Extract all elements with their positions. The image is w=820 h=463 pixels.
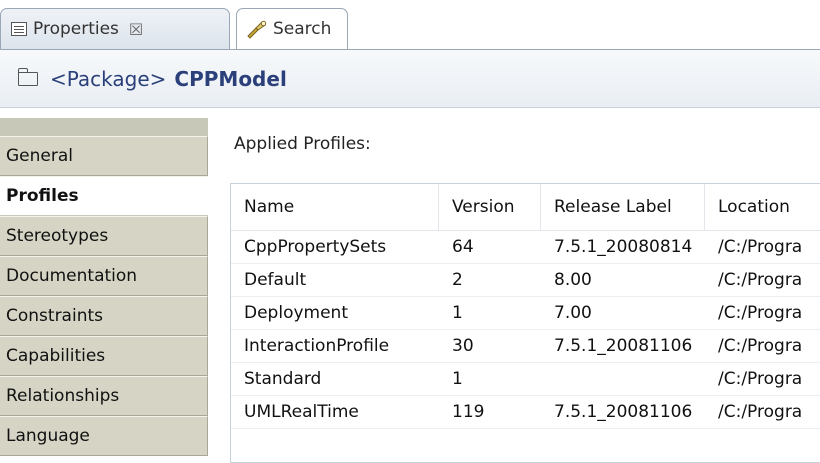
sidebar-item-documentation[interactable]: Documentation (0, 256, 208, 296)
view-tab-bar: Properties ☒ Search (0, 0, 820, 50)
column-header-version[interactable]: Version (439, 184, 541, 230)
sidebar-item-capabilities[interactable]: Capabilities (0, 336, 208, 376)
sidebar-item-label: Profiles (6, 186, 79, 206)
cell-version: 119 (452, 401, 485, 422)
cell-release-label: 7.5.1_20080814 (554, 236, 693, 257)
cell-location: /C:/Progra (718, 236, 803, 257)
sidebar-item-profiles[interactable]: Profiles (0, 176, 208, 216)
search-flashlight-icon (247, 20, 267, 39)
cell-release-label: 7.5.1_20081106 (554, 401, 693, 422)
cell-release-label: 7.00 (554, 302, 592, 323)
cell-version: 1 (452, 302, 463, 323)
column-header-release-label[interactable]: Release Label (541, 184, 705, 230)
sidebar-item-label: Capabilities (6, 346, 106, 366)
cell-location: /C:/Progra (718, 269, 803, 290)
cell-name: Default (244, 269, 307, 290)
column-header-name[interactable]: Name (231, 184, 439, 230)
cell-version: 64 (452, 236, 474, 257)
cell-name: UMLRealTime (244, 401, 359, 422)
table-row[interactable]: Default 2 8.00 /C:/Progra (231, 263, 820, 297)
sidebar-item-label: Language (6, 426, 90, 446)
sidebar-item-label: Relationships (6, 386, 120, 406)
cell-location: /C:/Progra (718, 302, 803, 323)
tab-properties[interactable]: Properties ☒ (0, 8, 230, 49)
title-element-kind: <Package> (50, 66, 167, 91)
table-row[interactable]: Deployment 1 7.00 /C:/Progra (231, 296, 820, 330)
cell-version: 30 (452, 335, 474, 356)
applied-profiles-label: Applied Profiles: (234, 134, 371, 154)
sidebar-item-label: Documentation (6, 266, 138, 286)
sidebar-item-label: Constraints (6, 306, 103, 326)
properties-view-icon (11, 22, 27, 36)
cell-name: InteractionProfile (244, 335, 390, 356)
cell-version: 2 (452, 269, 463, 290)
sidebar-item-language[interactable]: Language (0, 416, 208, 456)
column-header-location[interactable]: Location (705, 184, 820, 230)
table-row[interactable]: UMLRealTime 119 7.5.1_20081106 /C:/Progr… (231, 395, 820, 429)
cell-name: Standard (244, 368, 322, 389)
properties-sidebar: General Profiles Stereotypes Documentati… (0, 118, 208, 456)
cell-location: /C:/Progra (718, 401, 803, 422)
table-row[interactable]: InteractionProfile 30 7.5.1_20081106 /C:… (231, 329, 820, 363)
cell-release-label: 8.00 (554, 269, 592, 290)
sidebar-item-constraints[interactable]: Constraints (0, 296, 208, 336)
cell-location: /C:/Progra (718, 335, 803, 356)
cell-location: /C:/Progra (718, 368, 803, 389)
cell-release-label: 7.5.1_20081106 (554, 335, 693, 356)
tab-search[interactable]: Search (236, 8, 348, 49)
cell-name: CppPropertySets (244, 236, 387, 257)
table-header: Name Version Release Label Location (231, 184, 820, 231)
package-folder-icon (18, 67, 38, 86)
applied-profiles-table: Name Version Release Label Location CppP… (230, 183, 820, 463)
tab-properties-label: Properties (33, 19, 119, 39)
cell-name: Deployment (244, 302, 348, 323)
close-icon[interactable]: ☒ (129, 20, 143, 39)
sidebar-item-label: General (6, 146, 73, 166)
sidebar-item-stereotypes[interactable]: Stereotypes (0, 216, 208, 256)
sidebar-item-general[interactable]: General (0, 136, 208, 176)
sidebar-item-label: Stereotypes (6, 226, 109, 246)
sidebar-item-relationships[interactable]: Relationships (0, 376, 208, 416)
cell-release-label (541, 362, 705, 395)
table-row[interactable]: Standard 1 /C:/Progra (231, 362, 820, 396)
title-element-name: CPPModel (174, 66, 287, 91)
properties-title-bar: <Package> CPPModel (0, 50, 820, 108)
tab-search-label: Search (273, 19, 332, 39)
table-row[interactable]: CppPropertySets 64 7.5.1_20080814 /C:/Pr… (231, 230, 820, 264)
cell-version: 1 (452, 368, 463, 389)
